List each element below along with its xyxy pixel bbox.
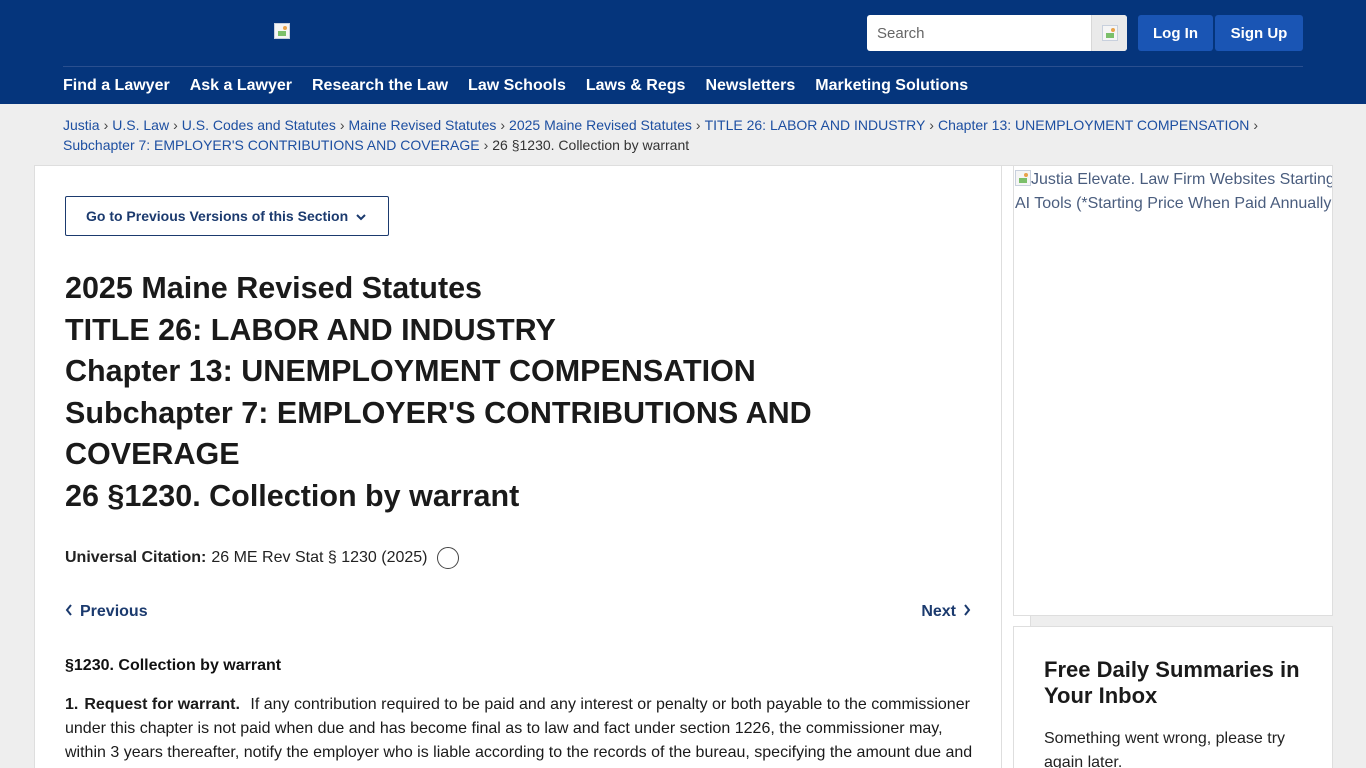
chevron-right-icon [963, 603, 971, 621]
nav-ask-a-lawyer[interactable]: Ask a Lawyer [190, 76, 292, 96]
previous-label: Previous [80, 603, 148, 620]
paragraph-number: 1. [65, 696, 79, 713]
breadcrumb-link[interactable]: TITLE 26: LABOR AND INDUSTRY [705, 117, 926, 133]
nav-find-a-lawyer[interactable]: Find a Lawyer [63, 76, 170, 96]
section-paragraph: 1. Request for warrant. If any contributi… [65, 693, 975, 765]
previous-versions-label: Go to Previous Versions of this Section [86, 208, 349, 224]
ad-alt-line: AI Tools (*Starting Price When Paid Annu… [1015, 195, 1332, 212]
newsletter-title: Free Daily Summaries in Your Inbox [1044, 657, 1300, 708]
breadcrumb-link[interactable]: U.S. Law [112, 117, 169, 133]
breadcrumb-separator: › [500, 117, 506, 133]
nav-law-schools[interactable]: Law Schools [468, 76, 566, 96]
breadcrumb: Justia › U.S. Law › U.S. Codes and Statutes ›… [63, 115, 1303, 155]
newsletter-error: Something went wrong, please try again l… [1044, 730, 1286, 768]
breadcrumb-separator: › [103, 117, 109, 133]
breadcrumb-separator: › [173, 117, 178, 133]
search-input[interactable] [867, 15, 1091, 51]
breadcrumb-link[interactable]: U.S. Codes and Statutes [182, 117, 336, 133]
ad-alt-line: Justia Elevate. Law Firm Websites Starti… [1031, 171, 1333, 188]
breadcrumb-separator: › [483, 137, 489, 153]
breadcrumb-link[interactable]: Justia [63, 117, 100, 133]
section-heading: §1230. Collection by warrant [65, 657, 282, 674]
broken-image-icon [1015, 170, 1031, 186]
copy-citation-icon[interactable] [437, 547, 460, 569]
paragraph-title: Request for warrant. [84, 696, 240, 713]
signup-button[interactable]: Sign Up [1215, 15, 1303, 51]
page-title: 2025 Maine Revised Statutes TITLE 26: LA… [65, 268, 945, 517]
chevron-down-icon [356, 208, 366, 224]
main-content: Go to Previous Versions of this Section … [34, 165, 1002, 768]
next-section-link[interactable]: Next [921, 603, 971, 621]
chevron-left-icon [65, 603, 73, 621]
search-box [867, 15, 1127, 51]
justia-tagline-logo [274, 23, 290, 39]
universal-citation: Universal Citation: 26 ME Rev Stat § 123… [65, 547, 460, 569]
breadcrumb-separator: › [339, 117, 345, 133]
ad-alt-text: Justia Elevate. Law Firm Websites Starti… [1031, 168, 1333, 192]
nav-marketing-solutions[interactable]: Marketing Solutions [815, 76, 968, 96]
nav-laws-regs[interactable]: Laws & Regs [586, 76, 686, 96]
citation-label: Universal Citation: [65, 549, 207, 566]
previous-versions-dropdown[interactable]: Go to Previous Versions of this Section [65, 196, 389, 236]
login-button[interactable]: Log In [1138, 15, 1213, 51]
nav-newsletters[interactable]: Newsletters [705, 76, 795, 96]
breadcrumb-link[interactable]: Chapter 13: UNEMPLOYMENT COMPENSATION [938, 117, 1249, 133]
previous-section-link[interactable]: Previous [65, 603, 148, 621]
next-label: Next [921, 603, 956, 620]
title-line: Subchapter 7: EMPLOYER'S CONTRIBUTIONS A… [65, 395, 812, 472]
main-nav: Find a Lawyer Ask a Lawyer Research the … [63, 76, 988, 96]
search-button[interactable] [1091, 15, 1127, 51]
nav-research-the-law[interactable]: Research the Law [312, 76, 448, 96]
search-icon [1101, 25, 1118, 41]
breadcrumb-link[interactable]: 2025 Maine Revised Statutes [509, 117, 692, 133]
breadcrumb-separator: › [695, 117, 701, 133]
title-line: 26 §1230. Collection by warrant [65, 478, 520, 513]
title-line: Chapter 13: UNEMPLOYMENT COMPENSATION [65, 354, 756, 388]
title-line: TITLE 26: LABOR AND INDUSTRY [65, 312, 556, 347]
breadcrumb-link[interactable]: Maine Revised Statutes [349, 117, 497, 133]
breadcrumb-current: 26 §1230. Collection by warrant [492, 137, 690, 153]
citation-value: 26 ME Rev Stat § 1230 (2025) [211, 549, 428, 566]
header-divider [63, 66, 1303, 67]
title-line: 2025 Maine Revised Statutes [65, 271, 483, 305]
sidebar-ad[interactable]: Justia Elevate. Law Firm Websites Starti… [1013, 165, 1333, 616]
breadcrumb-link[interactable]: Subchapter 7: EMPLOYER'S CONTRIBUTIONS A… [63, 137, 480, 153]
breadcrumb-separator: › [1253, 117, 1259, 133]
breadcrumb-separator: › [929, 117, 934, 133]
site-header: Log In Sign Up Find a Lawyer Ask a Lawye… [0, 0, 1366, 768]
newsletter-box: Free Daily Summaries in Your Inbox Somet… [1013, 626, 1333, 768]
